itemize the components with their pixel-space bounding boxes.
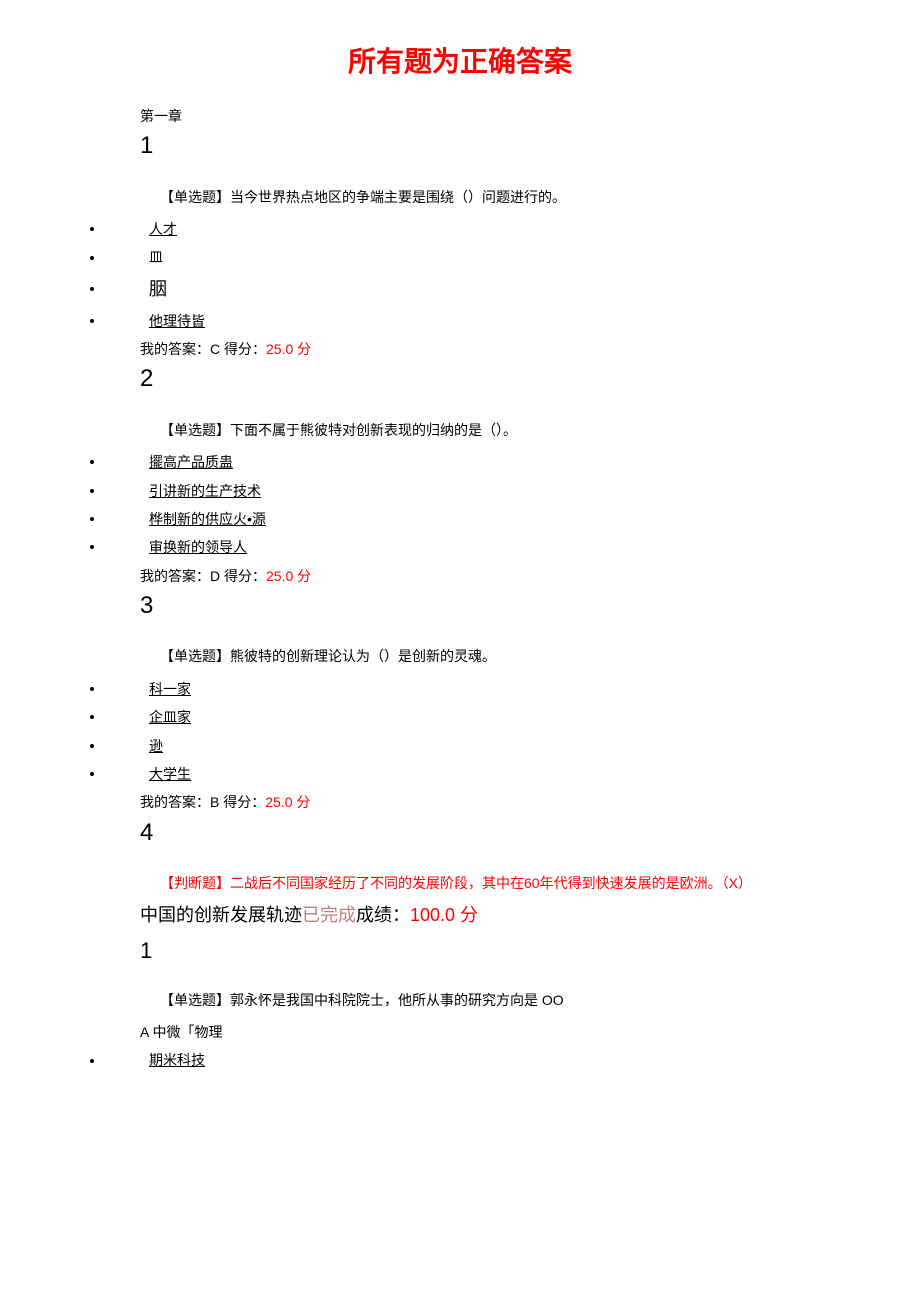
score-value: 25.0 [266,341,293,357]
q2-option-a: 擺高产品质蛊 [60,451,860,473]
score-value: 25.0 [265,794,292,810]
bullet-icon [90,545,94,549]
chapter-label: 第一章 [140,105,860,127]
answer-prefix: 我的答案：B 得分： [140,794,265,810]
grade-value: 100.0 [410,905,455,925]
bullet-icon [90,517,94,521]
question-number-4: 4 [140,814,860,852]
option-label: 他理待皆 [149,310,205,332]
question-3-text: 【单选题】熊彼特的创新理论认为（）是创新的灵魂。 [160,645,860,667]
section-2-title: 中国的创新发展轨迹已完成成绩：100.0 分 [140,901,860,930]
q1-option-d: 他理待皆 [60,310,860,332]
s2-q1-option-b: 期米科技 [60,1049,860,1071]
bullet-icon [90,744,94,748]
score-suffix: 分 [293,568,311,584]
q3-answer: 我的答案：B 得分：25.0 分 [140,791,860,813]
q3-option-d: 大学生 [60,763,860,785]
section-title-prefix: 中国的创新发展轨迹 [140,905,302,925]
option-label: 期米科技 [149,1049,205,1071]
q2-option-b: 引讲新的生产技术 [60,480,860,502]
bullet-icon [90,287,94,291]
bullet-icon [90,1059,94,1063]
score-suffix: 分 [292,794,310,810]
question-number-1: 1 [140,127,860,165]
s2-q1-option-a: A 中微「物理 [140,1021,860,1043]
judge-highlight: 60 [524,875,540,891]
s2-question-number-1: 1 [140,933,860,968]
q1-answer: 我的答案：C 得分：25.0 分 [140,338,860,360]
answer-prefix: 我的答案：D 得分： [140,568,266,584]
option-label: 逊 [149,735,163,757]
option-label: 科一家 [149,678,191,700]
option-label: 擺高产品质蛊 [149,451,233,473]
bullet-icon [90,256,94,260]
option-label: 引讲新的生产技术 [149,480,261,502]
option-label: 人才 [149,218,177,240]
option-label: 胭 [149,275,167,304]
s2q1-oo: OO [542,992,564,1008]
page-title: 所有题为正确答案 [60,40,860,85]
bullet-icon [90,687,94,691]
q2-option-c: 桦制新的供应火•源 [60,508,860,530]
bullet-icon [90,772,94,776]
q3-option-b: 企皿家 [60,706,860,728]
q2-answer: 我的答案：D 得分：25.0 分 [140,565,860,587]
q3-option-c: 逊 [60,735,860,757]
section-status: 已完成 [302,905,356,925]
bullet-icon [90,489,94,493]
question-number-3: 3 [140,587,860,625]
score-suffix: 分 [293,341,311,357]
question-2-text: 【单选题】下面不属于熊彼特对创新表现的归纳的是（）。 [160,419,860,441]
bullet-icon [90,227,94,231]
grade-suffix: 分 [455,905,478,925]
q1-option-c: 胭 [60,275,860,304]
q3-option-a: 科一家 [60,678,860,700]
q4-judge-text: 【判断题】二战后不同国家经历了不同的发展阶段，其中在60年代得到快速发展的是欧洲… [160,872,860,894]
bullet-icon [90,319,94,323]
q1-option-a: 人才 [60,218,860,240]
question-1-text: 【单选题】当今世界热点地区的争端主要是围绕（）问题进行的。 [160,186,860,208]
grade-label: 成绩： [356,905,410,925]
bullet-icon [90,715,94,719]
score-value: 25.0 [266,568,293,584]
bullet-icon [90,460,94,464]
judge-suffix: 年代得到快速发展的是欧洲。（X） [540,875,752,891]
option-label: 大学生 [149,763,191,785]
question-number-2: 2 [140,360,860,398]
q2-option-d: 审换新的领导人 [60,536,860,558]
answer-prefix: 我的答案：C 得分： [140,341,266,357]
option-label: 企皿家 [149,706,191,728]
s2q1-prefix: 【单选题】郭永怀是我国中科院院士，他所从事的研究方向是 [160,992,538,1008]
option-label: 皿 [149,246,163,268]
option-label: 审换新的领导人 [149,536,247,558]
s2-q1-text: 【单选题】郭永怀是我国中科院院士，他所从事的研究方向是 OO [160,989,860,1011]
q1-option-b: 皿 [60,246,860,268]
judge-prefix: 【判断题】二战后不同国家经历了不同的发展阶段，其中在 [160,875,524,891]
option-label: 桦制新的供应火•源 [149,508,266,530]
